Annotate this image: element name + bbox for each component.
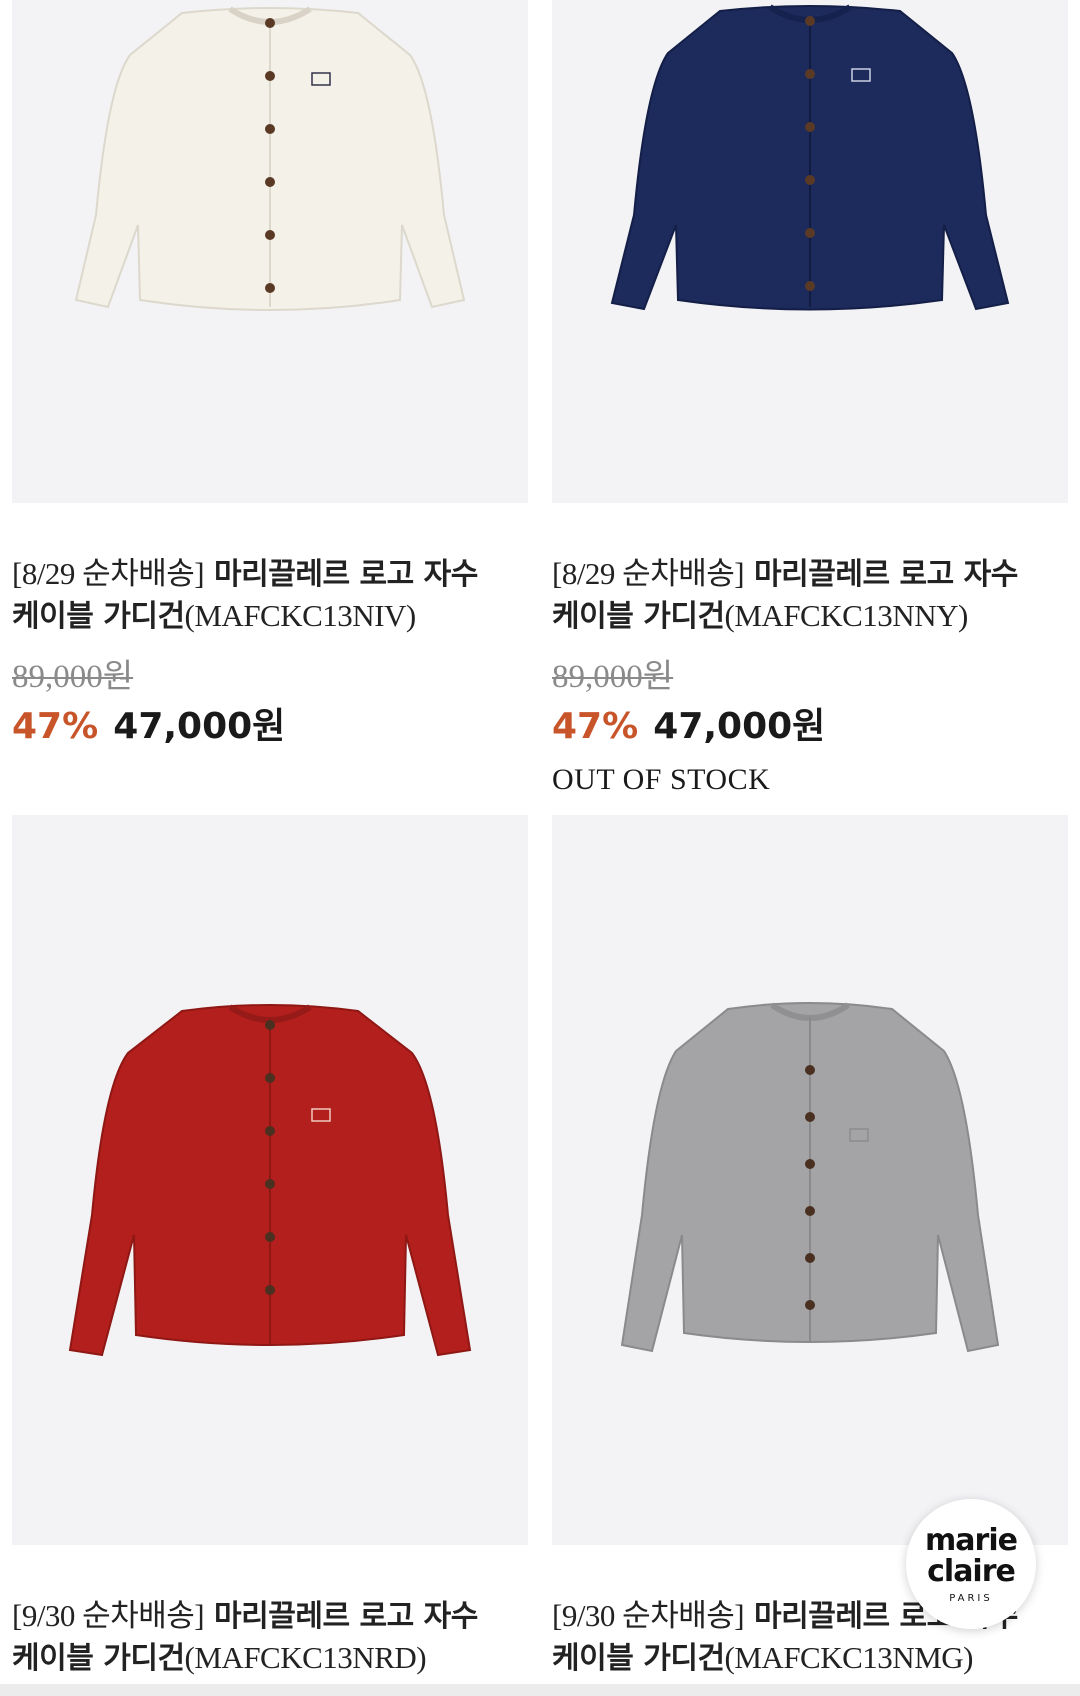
product-code: (MAFCKC13NMG) xyxy=(724,1640,974,1675)
price-row: 47% 47,000원 xyxy=(552,703,1068,757)
original-price: 89,000원 xyxy=(12,659,134,695)
original-price: 89,000원 xyxy=(552,659,674,695)
product-title[interactable]: [8/29 순차배송] 마리끌레르 로고 자수 케이블 가디건(MAFCKC13… xyxy=(552,553,1068,637)
title-main: 마리끌레르 로고 자수 xyxy=(204,557,478,592)
stock-status: OUT OF STOCK xyxy=(552,763,771,796)
product-image[interactable] xyxy=(552,815,1068,1545)
delivery-notice: [8/29 순차배송] xyxy=(552,556,745,591)
sale-price: 47,000원 xyxy=(653,706,826,747)
title-line2: 케이블 가디건 xyxy=(12,1641,185,1676)
price-row: 47% 47,000원 xyxy=(12,703,528,757)
logo-line1: marie xyxy=(925,1522,1018,1558)
product-card[interactable]: [9/30 순차배송] 마리끌레르 로고 자수 케이블 가디건(MAFCKC13… xyxy=(12,815,528,1679)
discount-rate: 47% xyxy=(12,706,99,747)
delivery-notice: [9/30 순차배송] xyxy=(12,1598,205,1633)
title-main: 마리끌레르 로고 자수 xyxy=(204,1599,478,1634)
product-image[interactable] xyxy=(12,0,528,503)
product-code: (MAFCKC13NRD) xyxy=(184,1640,427,1675)
discount-rate: 47% xyxy=(552,706,639,747)
bottom-bar xyxy=(0,1684,1080,1696)
logo-line2: claire xyxy=(927,1553,1016,1589)
product-image[interactable] xyxy=(12,815,528,1545)
product-image[interactable] xyxy=(552,0,1068,503)
product-title[interactable]: [8/29 순차배송] 마리끌레르 로고 자수 케이블 가디건(MAFCKC13… xyxy=(12,553,528,637)
title-main: 마리끌레르 로고 자수 xyxy=(744,557,1018,592)
delivery-notice: [8/29 순차배송] xyxy=(12,556,205,591)
product-card[interactable]: [8/29 순차배송] 마리끌레르 로고 자수 케이블 가디건(MAFCKC13… xyxy=(12,0,528,757)
product-title[interactable]: [9/30 순차배송] 마리끌레르 로고 자수 케이블 가디건(MAFCKC13… xyxy=(12,1595,528,1679)
cardigan-illustration xyxy=(620,1002,1000,1353)
cardigan-illustration xyxy=(68,1004,472,1357)
title-line2: 케이블 가디건 xyxy=(552,1641,725,1676)
sale-price: 47,000원 xyxy=(113,706,286,747)
title-line2: 케이블 가디건 xyxy=(552,599,725,634)
cardigan-illustration xyxy=(74,6,466,311)
delivery-notice: [9/30 순차배송] xyxy=(552,1598,745,1633)
cardigan-illustration xyxy=(610,4,1010,311)
product-code: (MAFCKC13NNY) xyxy=(724,598,969,633)
product-code: (MAFCKC13NIV) xyxy=(184,598,417,633)
product-card[interactable]: [8/29 순차배송] 마리끌레르 로고 자수 케이블 가디건(MAFCKC13… xyxy=(552,0,1068,797)
logo-line3: PARIS xyxy=(949,1592,993,1604)
brand-logo-button[interactable]: marie claire PARIS xyxy=(906,1499,1036,1629)
title-line2: 케이블 가디건 xyxy=(12,599,185,634)
